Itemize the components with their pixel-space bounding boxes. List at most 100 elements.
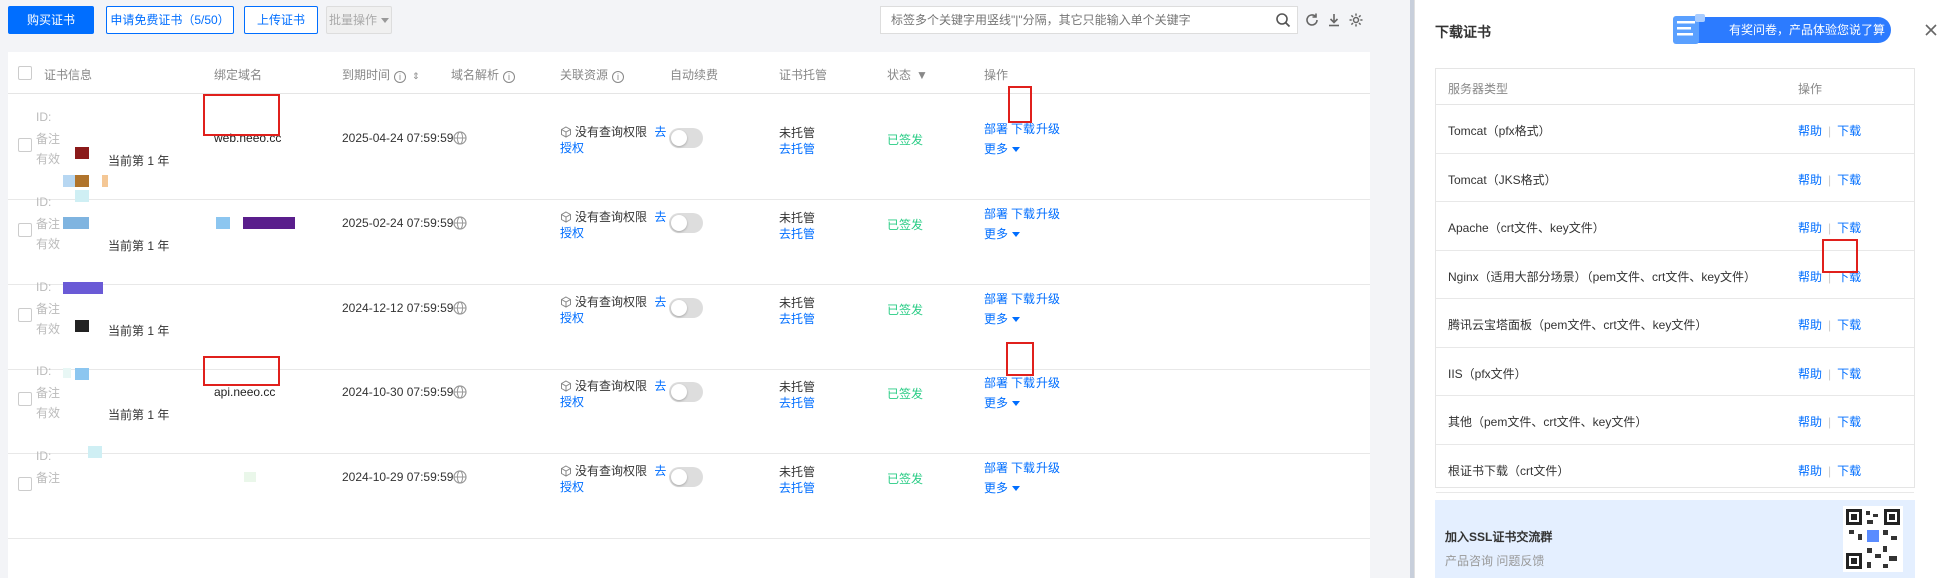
download-link[interactable]: 下载 — [1837, 221, 1861, 235]
cert-validity-label: 有效 — [36, 322, 61, 336]
upgrade-link[interactable]: 升级 — [1036, 290, 1060, 307]
deploy-link[interactable]: 部署 — [984, 459, 1008, 476]
header-expiry[interactable]: 到期时间 i ⇕ — [342, 66, 420, 83]
filter-icon[interactable]: ▼ — [916, 68, 928, 82]
server-type-row: Tomcat（JKS格式） 帮助 | 下载 — [1436, 154, 1914, 202]
info-icon[interactable]: i — [503, 71, 516, 83]
upgrade-link[interactable]: 升级 — [1036, 120, 1060, 137]
more-dropdown[interactable]: 更多 — [984, 140, 1021, 157]
row-checkbox[interactable] — [18, 477, 32, 491]
authorize-link[interactable]: 授权 — [560, 478, 584, 495]
server-type-row: 腾讯云宝塔面板（pem文件、crt文件、key文件） 帮助 | 下载 — [1436, 299, 1914, 348]
deploy-link[interactable]: 部署 — [984, 374, 1008, 391]
server-type-name: 其他（pem文件、crt文件、key文件） — [1448, 415, 1648, 429]
help-link[interactable]: 帮助 — [1798, 270, 1822, 284]
globe-icon[interactable] — [453, 131, 467, 145]
search-icon[interactable] — [1275, 12, 1291, 28]
buy-certificate-button[interactable]: 购买证书 — [8, 6, 94, 34]
download-link[interactable]: 下载 — [1011, 374, 1035, 391]
auto-renew-toggle[interactable] — [669, 298, 703, 318]
download-link[interactable]: 下载 — [1011, 459, 1035, 476]
authorize-link[interactable]: 授权 — [560, 309, 584, 326]
help-link[interactable]: 帮助 — [1798, 367, 1822, 381]
more-label: 更多 — [984, 142, 1009, 156]
close-icon[interactable] — [1923, 22, 1939, 38]
auto-renew-toggle[interactable] — [669, 128, 703, 148]
more-dropdown[interactable]: 更多 — [984, 225, 1021, 242]
toolbar: 购买证书 申请免费证书（5/50） 上传证书 批量操作 — [8, 6, 1410, 36]
authorize-link-a[interactable]: 去 — [654, 379, 666, 393]
more-dropdown[interactable]: 更多 — [984, 394, 1021, 411]
authorize-link[interactable]: 授权 — [560, 224, 584, 241]
apply-free-certificate-button[interactable]: 申请免费证书（5/50） — [106, 6, 234, 34]
help-link[interactable]: 帮助 — [1798, 124, 1822, 138]
download-link[interactable]: 下载 — [1011, 205, 1035, 222]
refresh-icon[interactable] — [1304, 12, 1320, 28]
join-group-banner[interactable]: 加入SSL证书交流群 产品咨询 问题反馈 — [1435, 500, 1915, 578]
authorize-link-a[interactable]: 去 — [654, 295, 666, 309]
row-checkbox[interactable] — [18, 138, 32, 152]
globe-icon[interactable] — [453, 470, 467, 484]
header-status[interactable]: 状态 ▼ — [887, 66, 928, 83]
row-checkbox[interactable] — [18, 223, 32, 237]
upgrade-link[interactable]: 升级 — [1036, 459, 1060, 476]
cert-remark-label: 备注 — [36, 132, 61, 146]
row-checkbox[interactable] — [18, 392, 32, 406]
select-all-checkbox[interactable] — [18, 66, 32, 80]
cert-id-label: ID: — [36, 449, 52, 463]
chevron-down-icon — [381, 18, 389, 24]
download-link[interactable]: 下载 — [1837, 464, 1861, 478]
server-actions: 帮助 | 下载 — [1798, 171, 1861, 188]
more-dropdown[interactable]: 更多 — [984, 479, 1021, 496]
resource-status: 没有查询权限 — [575, 379, 648, 393]
help-link[interactable]: 帮助 — [1798, 415, 1822, 429]
deploy-link[interactable]: 部署 — [984, 290, 1008, 307]
download-link[interactable]: 下载 — [1011, 290, 1035, 307]
batch-operation-dropdown[interactable]: 批量操作 — [326, 6, 392, 34]
go-hosting-link[interactable]: 去托管 — [779, 225, 815, 242]
globe-icon[interactable] — [453, 385, 467, 399]
deploy-link[interactable]: 部署 — [984, 205, 1008, 222]
auto-renew-toggle[interactable] — [669, 467, 703, 487]
help-link[interactable]: 帮助 — [1798, 173, 1822, 187]
go-hosting-link[interactable]: 去托管 — [779, 140, 815, 157]
gear-icon[interactable] — [1348, 12, 1364, 28]
help-link[interactable]: 帮助 — [1798, 221, 1822, 235]
sort-icon[interactable]: ⇕ — [412, 71, 420, 81]
upgrade-link[interactable]: 升级 — [1036, 205, 1060, 222]
globe-icon[interactable] — [453, 216, 467, 230]
download-link[interactable]: 下载 — [1837, 415, 1861, 429]
auto-renew-toggle[interactable] — [669, 382, 703, 402]
authorize-link[interactable]: 授权 — [560, 393, 584, 410]
upload-certificate-button[interactable]: 上传证书 — [244, 6, 318, 34]
redacted-block — [63, 368, 71, 378]
go-hosting-link[interactable]: 去托管 — [779, 310, 815, 327]
help-link[interactable]: 帮助 — [1798, 464, 1822, 478]
authorize-link[interactable]: 授权 — [560, 139, 584, 156]
go-hosting-link[interactable]: 去托管 — [779, 394, 815, 411]
info-icon[interactable]: i — [612, 71, 625, 83]
auto-renew-toggle[interactable] — [669, 213, 703, 233]
globe-icon[interactable] — [453, 301, 467, 315]
go-hosting-link[interactable]: 去托管 — [779, 479, 815, 496]
separator: | — [1828, 415, 1832, 429]
cert-remark-label: 备注 — [36, 471, 61, 485]
upgrade-link[interactable]: 升级 — [1036, 374, 1060, 391]
chevron-down-icon — [1012, 317, 1021, 323]
authorize-link-a[interactable]: 去 — [654, 210, 666, 224]
download-link[interactable]: 下载 — [1837, 173, 1861, 187]
deploy-link[interactable]: 部署 — [984, 120, 1008, 137]
download-link[interactable]: 下载 — [1837, 318, 1861, 332]
download-icon[interactable] — [1326, 12, 1342, 28]
search-input[interactable] — [881, 7, 1261, 33]
authorize-link-a[interactable]: 去 — [654, 125, 666, 139]
authorize-link-a[interactable]: 去 — [654, 464, 666, 478]
help-link[interactable]: 帮助 — [1798, 318, 1822, 332]
download-link[interactable]: 下载 — [1837, 124, 1861, 138]
row-checkbox[interactable] — [18, 308, 32, 322]
info-icon[interactable]: i — [394, 71, 407, 83]
hosting-status: 未托管 — [779, 380, 816, 394]
more-dropdown[interactable]: 更多 — [984, 310, 1021, 327]
download-link[interactable]: 下载 — [1837, 367, 1861, 381]
server-type-name: Tomcat（JKS格式） — [1448, 172, 1557, 187]
